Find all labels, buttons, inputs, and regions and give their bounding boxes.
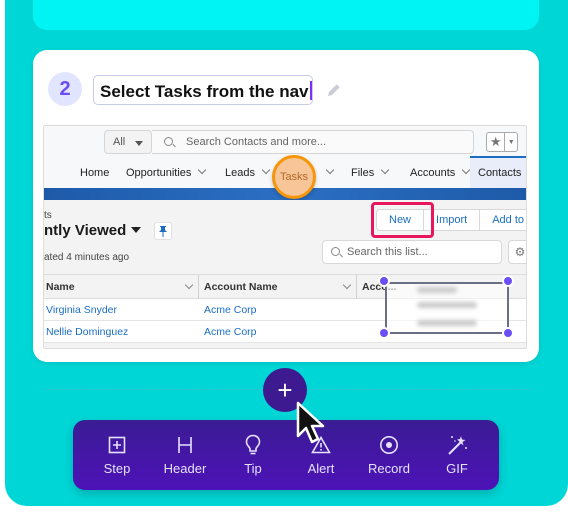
step-icon bbox=[108, 436, 126, 454]
previous-step-card[interactable] bbox=[33, 0, 539, 30]
list-view-title: ntly Viewed bbox=[44, 222, 127, 239]
column-divider[interactable] bbox=[356, 275, 357, 299]
header-icon bbox=[178, 437, 192, 453]
resize-handle-top-right[interactable] bbox=[502, 275, 514, 287]
canvas: 2 Select Tasks from the nav All Search C… bbox=[5, 0, 568, 506]
nav-item-leads[interactable]: Leads bbox=[225, 165, 271, 179]
toolbar-label: Alert bbox=[307, 461, 335, 476]
resize-handle-top-left[interactable] bbox=[378, 275, 390, 287]
account-name-link[interactable]: Acme Corp bbox=[204, 304, 257, 316]
nav-label: Contacts bbox=[478, 167, 522, 179]
nav-item-files[interactable]: Files bbox=[351, 165, 390, 179]
toolbar-label: Record bbox=[368, 461, 410, 476]
nav-label: Opportunities bbox=[126, 167, 192, 179]
column-account-name[interactable]: Account Name bbox=[204, 281, 278, 293]
global-header: All Search Contacts and more... ★ ▼ bbox=[44, 126, 526, 156]
blurred-text bbox=[417, 320, 477, 326]
nav-item-home[interactable]: Home bbox=[80, 167, 109, 179]
search-scope-label: All bbox=[113, 136, 126, 148]
toolbar-label: Header bbox=[163, 461, 207, 476]
chevron-down-icon[interactable] bbox=[342, 280, 352, 290]
search-icon bbox=[164, 137, 173, 146]
caret-down-icon bbox=[135, 141, 143, 146]
chevron-down-icon[interactable] bbox=[184, 280, 194, 290]
caret-down-icon bbox=[131, 227, 142, 233]
toolbar-item-record[interactable]: Record bbox=[359, 434, 419, 476]
list-view-selector[interactable]: ntly Viewed bbox=[44, 222, 142, 239]
toolbar-label: GIF bbox=[446, 461, 468, 476]
list-settings-button[interactable]: ⚙ bbox=[508, 240, 526, 264]
search-scope-select[interactable]: All bbox=[104, 130, 152, 154]
nav-item-opportunities[interactable]: Opportunities bbox=[126, 165, 207, 179]
nav-label: Accounts bbox=[410, 167, 456, 179]
contact-name-link[interactable]: Virginia Snyder bbox=[46, 304, 117, 316]
pencil-icon[interactable] bbox=[325, 81, 343, 99]
resize-handle-bottom-right[interactable] bbox=[502, 327, 514, 339]
nav-item-tasks-chevron[interactable] bbox=[319, 165, 335, 179]
nav-label: Leads bbox=[225, 167, 255, 179]
step-number-badge: 2 bbox=[48, 72, 82, 106]
resize-handle-bottom-left[interactable] bbox=[378, 327, 390, 339]
search-icon bbox=[331, 247, 340, 256]
blurred-text bbox=[417, 287, 457, 293]
step-card: 2 Select Tasks from the nav All Search C… bbox=[33, 50, 539, 362]
nav-label: Home bbox=[80, 167, 110, 179]
toolbar-item-tip[interactable]: Tip bbox=[223, 434, 283, 476]
gear-icon: ⚙ bbox=[514, 245, 526, 259]
new-button-highlight bbox=[371, 202, 434, 238]
global-search-input[interactable]: Search Contacts and more... bbox=[152, 130, 474, 154]
magic-wand-icon bbox=[448, 436, 467, 455]
text-caret bbox=[309, 81, 312, 100]
last-updated: ated 4 minutes ago bbox=[44, 252, 130, 263]
contact-name-link[interactable]: Nellie Dominguez bbox=[46, 326, 128, 338]
mouse-cursor-icon bbox=[296, 401, 325, 444]
chevron-down-icon bbox=[261, 165, 271, 175]
nav-label: Tasks bbox=[279, 171, 309, 183]
caret-down-icon: ▼ bbox=[507, 138, 515, 146]
pin-icon bbox=[159, 226, 167, 237]
chevron-down-icon bbox=[198, 165, 207, 175]
toolbar-item-step[interactable]: Step bbox=[87, 434, 147, 476]
lightbulb-icon bbox=[245, 434, 261, 455]
column-divider[interactable] bbox=[198, 275, 199, 299]
step-title-input[interactable]: Select Tasks from the nav bbox=[93, 75, 313, 105]
account-name-link[interactable]: Acme Corp bbox=[204, 326, 257, 338]
nav-label: Files bbox=[351, 167, 375, 179]
nav-item-contacts[interactable]: Contacts bbox=[470, 156, 526, 188]
list-search-input[interactable]: Search this list... bbox=[322, 240, 502, 264]
toolbar-item-header[interactable]: Header bbox=[155, 434, 215, 476]
blurred-text bbox=[417, 302, 477, 308]
toolbar-item-gif[interactable]: GIF bbox=[427, 434, 487, 476]
insert-toolbar: Step Header Tip Alert Record GIF bbox=[73, 420, 499, 490]
record-icon bbox=[380, 436, 398, 454]
column-name[interactable]: Name bbox=[46, 281, 75, 293]
nav-item-accounts[interactable]: Accounts bbox=[410, 165, 471, 179]
pin-button[interactable] bbox=[154, 222, 172, 240]
add-to-button[interactable]: Add to bbox=[479, 209, 526, 231]
step-title-text: Select Tasks from the nav bbox=[100, 82, 309, 101]
object-label: ts bbox=[44, 210, 52, 221]
global-search-placeholder: Search Contacts and more... bbox=[186, 136, 327, 148]
toolbar-label: Tip bbox=[244, 461, 262, 476]
chevron-down-icon bbox=[325, 165, 335, 175]
list-search-placeholder: Search this list... bbox=[347, 246, 428, 258]
chevron-down-icon bbox=[380, 165, 390, 175]
blur-region[interactable] bbox=[385, 282, 509, 334]
toolbar-label: Step bbox=[103, 461, 131, 476]
favorites-button[interactable]: ★ ▼ bbox=[486, 132, 518, 152]
nav-item-tasks-highlight[interactable]: Tasks bbox=[272, 155, 316, 199]
star-icon: ★ bbox=[487, 133, 506, 151]
